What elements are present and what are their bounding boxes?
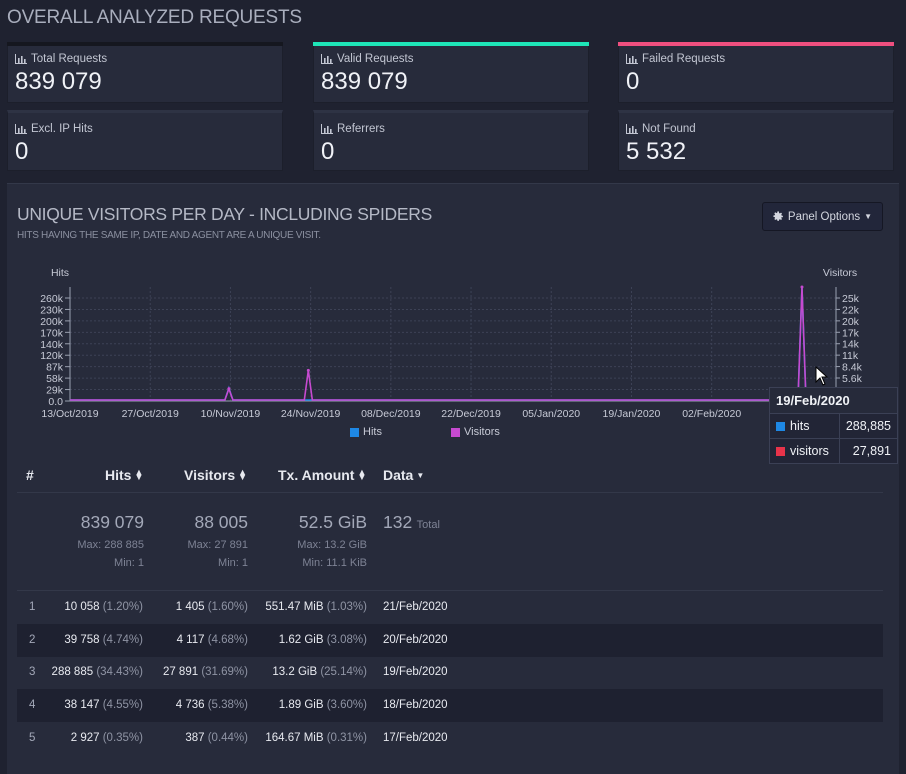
data-point-visitors: [800, 285, 804, 289]
chart-tooltip: 19/Feb/2020 hits 288,885 visitors 27,891: [769, 387, 898, 464]
row-date: 19/Feb/2020: [383, 666, 448, 678]
mouse-cursor-icon: [815, 366, 829, 386]
summary-data: 132 Total: [383, 512, 440, 532]
x-tick-label: 19/Jan/2020: [603, 408, 661, 420]
table-row[interactable]: 5 2 927 (0.35%) 387 (0.44%) 164.67 MiB (0.3…: [17, 722, 883, 755]
row-hits: 39 758 (4.74%): [64, 634, 143, 646]
data-point-visitors: [227, 387, 231, 391]
row-number: 4: [29, 699, 36, 711]
row-tx-amount: 13.2 GiB (25.14%): [272, 666, 367, 678]
x-tick-label: 22/Dec/2019: [441, 408, 501, 420]
row-visitors: 4 117 (4.68%): [176, 634, 248, 646]
y-tick-label: 58k: [46, 373, 64, 385]
row-number: 3: [29, 666, 36, 678]
y-tick-label: 0.0: [48, 396, 63, 408]
y-tick-label: 29k: [46, 385, 64, 397]
legend-label: Hits: [363, 426, 382, 438]
y-tick-label: 87k: [46, 362, 64, 374]
left-axis-label: Hits: [51, 267, 69, 279]
row-date: 21/Feb/2020: [383, 601, 448, 613]
col-header-visitors[interactable]: Visitors ▲ ▼: [184, 467, 247, 483]
y2-tick-label: 20k: [842, 316, 860, 328]
y-tick-label: 120k: [40, 350, 64, 362]
y-tick-label: 230k: [40, 304, 64, 316]
right-axis-label: Visitors: [823, 267, 857, 279]
x-tick-label: 13/Oct/2019: [41, 408, 98, 420]
row-number: 1: [29, 601, 36, 613]
col-header-hits[interactable]: Hits ▲ ▼: [105, 467, 143, 483]
y-tick-label: 140k: [40, 339, 64, 351]
row-tx-amount: 1.89 GiB (3.60%): [278, 699, 367, 711]
col-header-num: #: [26, 467, 34, 483]
row-hits: 288 885 (34.43%): [51, 666, 143, 678]
table-row[interactable]: 1 10 058 (1.20%) 1 405 (1.60%) 551.47 MiB (…: [17, 591, 883, 624]
y-tick-label: 170k: [40, 327, 64, 339]
row-visitors: 1 405 (1.60%): [175, 601, 248, 613]
sort-icon: ▲ ▼: [238, 467, 248, 482]
x-tick-label: 02/Feb/2020: [682, 408, 741, 420]
row-date: 17/Feb/2020: [383, 732, 448, 744]
summary-hits: 839 079 Max: 288 885 Min: 1: [77, 512, 144, 569]
legend-swatch: [350, 427, 359, 437]
row-hits: 38 147 (4.55%): [64, 699, 143, 711]
row-date: 20/Feb/2020: [383, 634, 448, 646]
row-date: 18/Feb/2020: [383, 699, 448, 711]
y2-tick-label: 8.4k: [842, 362, 863, 374]
tooltip-row-visitors: visitors 27,891: [770, 438, 897, 463]
tooltip-date: 19/Feb/2020: [770, 388, 897, 413]
header-divider: [17, 492, 883, 493]
y-tick-label: 200k: [40, 316, 64, 328]
x-tick-label: 05/Jan/2020: [522, 408, 580, 420]
row-number: 2: [29, 634, 36, 646]
table-row[interactable]: 2 39 758 (4.74%) 4 117 (4.68%) 1.62 GiB (3.…: [17, 624, 883, 657]
y2-tick-label: 11k: [842, 350, 859, 362]
summary-tx: 52.5 GiB Max: 13.2 GiB Min: 11.1 KiB: [297, 512, 367, 569]
tooltip-value: 27,891: [852, 444, 891, 458]
legend-item-visitors[interactable]: Visitors: [451, 426, 500, 438]
col-header-tx-amount[interactable]: Tx. Amount ▲ ▼: [278, 467, 366, 483]
y2-tick-label: 5.6k: [842, 373, 863, 385]
row-hits: 2 927 (0.35%): [70, 732, 143, 744]
row-visitors: 27 891 (31.69%): [162, 666, 248, 678]
y2-tick-label: 17k: [842, 327, 860, 339]
summary-visitors: 88 005 Max: 27 891 Min: 1: [187, 512, 248, 569]
y2-tick-label: 14k: [842, 339, 860, 351]
y2-tick-label: 22k: [842, 304, 860, 316]
tooltip-label: visitors: [790, 444, 829, 458]
row-tx-amount: 164.67 MiB (0.31%): [265, 732, 367, 744]
x-tick-label: 10/Nov/2019: [201, 408, 261, 420]
legend-label: Visitors: [464, 426, 500, 438]
col-header-data[interactable]: Data ▼: [383, 467, 424, 483]
row-number: 5: [29, 732, 36, 744]
row-tx-amount: 1.62 GiB (3.08%): [278, 634, 367, 646]
x-tick-label: 24/Nov/2019: [281, 408, 341, 420]
table-row[interactable]: 4 38 147 (4.55%) 4 736 (5.38%) 1.89 GiB (3.…: [17, 689, 883, 722]
row-tx-amount: 551.47 MiB (1.03%): [265, 601, 367, 613]
y-tick-label: 260k: [40, 293, 64, 305]
legend-item-hits[interactable]: Hits: [350, 426, 382, 438]
table-row[interactable]: 3 288 885 (34.43%) 27 891 (31.69%) 13.2 GiB…: [17, 656, 883, 689]
x-tick-label: 08/Dec/2019: [361, 408, 421, 420]
row-visitors: 4 736 (5.38%): [175, 699, 248, 711]
tooltip-row-hits: hits 288,885: [770, 413, 897, 438]
sort-icon: ▲ ▼: [134, 467, 144, 482]
data-point-visitors: [306, 368, 310, 372]
legend-swatch: [451, 427, 460, 437]
tooltip-label: hits: [790, 419, 810, 433]
tooltip-swatch: [776, 446, 785, 456]
x-tick-label: 27/Oct/2019: [122, 408, 179, 420]
row-hits: 10 058 (1.20%): [64, 601, 143, 613]
tooltip-swatch: [776, 421, 785, 431]
caret-down-icon: ▼: [416, 470, 425, 480]
row-visitors: 387 (0.44%): [185, 732, 248, 744]
tooltip-value: 288,885: [845, 419, 891, 433]
visitors-chart: Hits Visitors260k230k200k170k140k120k87k5…: [40, 267, 863, 420]
sort-icon: ▲ ▼: [357, 467, 367, 482]
y2-tick-label: 25k: [842, 293, 860, 305]
